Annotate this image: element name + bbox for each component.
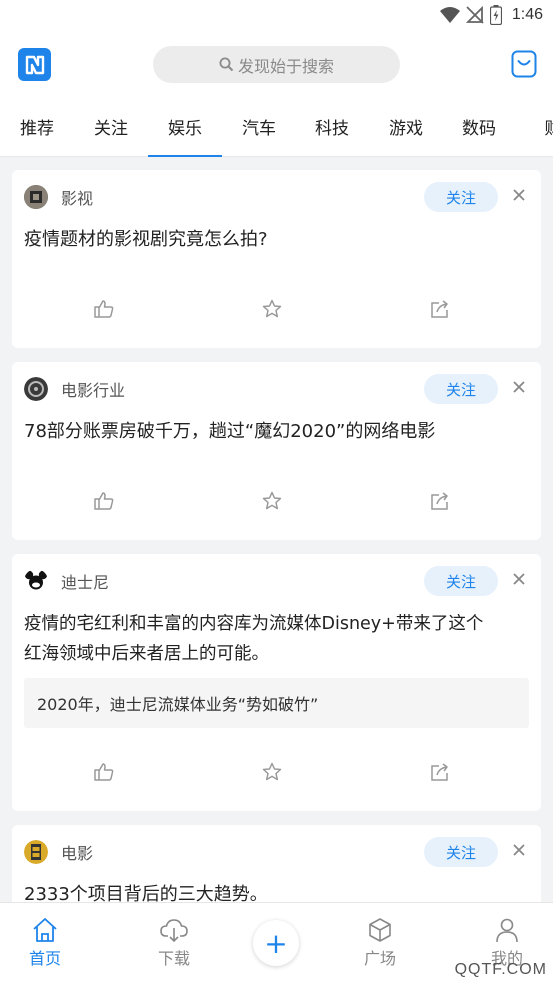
- nav-home[interactable]: 首页: [10, 917, 80, 977]
- follow-button[interactable]: 关注: [424, 182, 498, 212]
- film-reel-icon: [24, 377, 48, 401]
- star-icon[interactable]: [261, 298, 283, 320]
- film-strip-icon: [24, 840, 48, 864]
- tab-finance[interactable]: 财: [516, 96, 553, 156]
- close-icon[interactable]: [511, 842, 527, 858]
- bottom-nav-bar: 首页 下载 + 广场 我的 QQTF.COM: [0, 902, 553, 983]
- close-icon[interactable]: [511, 571, 527, 587]
- top-header: 发现始于搜索: [0, 32, 553, 96]
- mickey-logo-icon: [24, 570, 48, 590]
- like-icon[interactable]: [93, 761, 115, 783]
- card-header: 电影: [24, 839, 93, 865]
- title-line: 疫情的宅红利和丰富的内容库为流媒体Disney+带来了这个: [24, 614, 484, 634]
- article-title[interactable]: 疫情的宅红利和丰富的内容库为流媒体Disney+带来了这个 红海领域中后来者居上…: [24, 609, 535, 669]
- like-icon[interactable]: [93, 490, 115, 512]
- quoted-article[interactable]: 2020年，迪士尼流媒体业务“势如破竹”: [24, 678, 529, 728]
- nav-label: 广场: [363, 949, 396, 968]
- logo-n-icon: [25, 55, 44, 74]
- feed-card[interactable]: 影视 关注 疫情题材的影视剧究竟怎么拍?: [12, 170, 541, 348]
- nav-label: 首页: [28, 949, 61, 968]
- star-icon[interactable]: [261, 490, 283, 512]
- article-title[interactable]: 疫情题材的影视剧究竟怎么拍?: [24, 225, 529, 255]
- follow-button[interactable]: 关注: [424, 837, 498, 867]
- source-name[interactable]: 迪士尼: [61, 569, 109, 593]
- tab-entertainment[interactable]: 娱乐: [148, 96, 222, 156]
- feed-card[interactable]: 电影行业 关注 78部分账票房破千万，趟过“魔幻2020”的网络电影: [12, 362, 541, 540]
- close-icon[interactable]: [511, 187, 527, 203]
- tab-auto[interactable]: 汽车: [222, 96, 296, 156]
- tab-digital[interactable]: 数码: [442, 96, 516, 156]
- title-line: 红海领域中后来者居上的可能。: [24, 644, 269, 664]
- card-actions: [12, 761, 541, 785]
- source-avatar[interactable]: [24, 377, 48, 401]
- follow-button[interactable]: 关注: [424, 374, 498, 404]
- source-name[interactable]: 电影行业: [61, 377, 125, 401]
- search-placeholder: 发现始于搜索: [237, 56, 334, 76]
- user-icon: [496, 918, 518, 943]
- no-signal-icon: [465, 6, 484, 24]
- source-name[interactable]: 电影: [61, 840, 93, 864]
- search-bar[interactable]: 发现始于搜索: [153, 46, 400, 83]
- watermark: QQTF.COM: [454, 961, 547, 978]
- share-icon[interactable]: [429, 761, 451, 783]
- source-avatar[interactable]: [24, 185, 48, 209]
- wifi-icon: [439, 7, 460, 23]
- follow-button[interactable]: 关注: [424, 566, 498, 596]
- nav-label: 下载: [157, 949, 190, 968]
- source-avatar[interactable]: [24, 840, 48, 864]
- cloud-download-icon: [160, 919, 188, 943]
- nav-plaza[interactable]: 广场: [345, 917, 415, 977]
- create-post-button[interactable]: +: [253, 920, 299, 966]
- tab-recommend[interactable]: 推荐: [0, 96, 74, 156]
- status-icons: 1:46: [439, 5, 543, 25]
- star-icon[interactable]: [261, 761, 283, 783]
- source-avatar[interactable]: [24, 569, 48, 593]
- tab-games[interactable]: 游戏: [369, 96, 443, 156]
- home-icon: [33, 918, 57, 942]
- cube-icon: [369, 918, 391, 942]
- film-frame-icon: [24, 185, 48, 209]
- battery-icon: [489, 5, 502, 25]
- active-tab-indicator: [148, 155, 222, 157]
- title-line: 疫情题材的影视剧究竟怎么拍?: [24, 229, 268, 250]
- close-icon[interactable]: [511, 379, 527, 395]
- like-icon[interactable]: [93, 298, 115, 320]
- source-name[interactable]: 影视: [61, 185, 93, 209]
- card-actions: [12, 490, 541, 514]
- shopping-bag-icon[interactable]: [511, 50, 537, 78]
- status-bar: 1:46: [0, 0, 553, 32]
- share-icon[interactable]: [429, 298, 451, 320]
- feed-card[interactable]: 迪士尼 关注 疫情的宅红利和丰富的内容库为流媒体Disney+带来了这个 红海领…: [12, 554, 541, 811]
- nav-download[interactable]: 下载: [139, 917, 209, 977]
- title-line: 78部分账票房破千万，趟过“魔幻2020”的网络电影: [24, 421, 436, 442]
- card-header: 电影行业: [24, 376, 125, 402]
- card-header: 迪士尼: [24, 568, 109, 594]
- tab-tech[interactable]: 科技: [295, 96, 369, 156]
- search-icon: [219, 57, 234, 72]
- card-header: 影视: [24, 184, 93, 210]
- app-logo[interactable]: [18, 48, 51, 81]
- card-actions: [12, 298, 541, 322]
- category-tabs: 推荐 关注 娱乐 汽车 科技 游戏 数码 财: [0, 96, 553, 157]
- article-title[interactable]: 78部分账票房破千万，趟过“魔幻2020”的网络电影: [24, 417, 529, 447]
- tab-following[interactable]: 关注: [74, 96, 148, 156]
- status-time: 1:46: [511, 6, 543, 23]
- share-icon[interactable]: [429, 490, 451, 512]
